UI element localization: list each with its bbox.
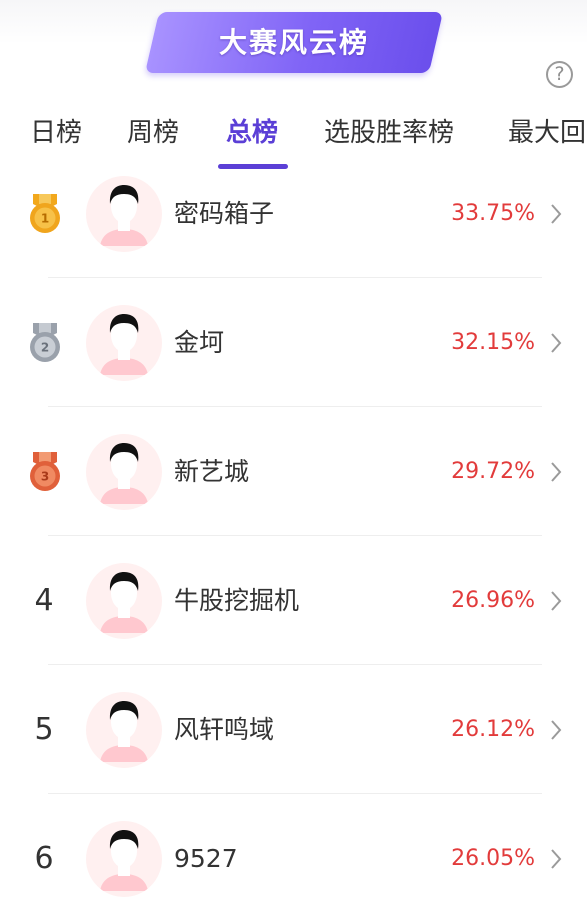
chevron-right-icon[interactable] bbox=[549, 460, 563, 484]
row-divider bbox=[48, 793, 542, 794]
ranking-row[interactable]: 3 新艺城 29.72% bbox=[0, 434, 587, 563]
active-tab-indicator bbox=[218, 164, 288, 169]
win-rate-value: 26.12% bbox=[451, 717, 535, 742]
leaderboard-page: 大赛风云榜 ? 日榜 周榜 总榜 选股胜率榜 最大回 1 密码箱子 33.75% bbox=[0, 0, 587, 915]
user-name: 牛股挖掘机 bbox=[174, 586, 300, 615]
avatar[interactable] bbox=[86, 821, 162, 897]
avatar[interactable] bbox=[86, 176, 162, 252]
ranking-row[interactable]: 6 9527 26.05% bbox=[0, 821, 587, 915]
tab-weekly[interactable]: 周榜 bbox=[127, 108, 179, 158]
row-divider bbox=[48, 664, 542, 665]
help-icon[interactable]: ? bbox=[546, 61, 573, 88]
ranking-row[interactable]: 5 风轩鸣域 26.12% bbox=[0, 692, 587, 821]
tab-overall[interactable]: 总榜 bbox=[226, 108, 278, 158]
rank-number: 5 bbox=[34, 712, 54, 747]
tab-win-rate[interactable]: 选股胜率榜 bbox=[324, 108, 454, 158]
svg-text:3: 3 bbox=[41, 470, 49, 484]
avatar[interactable] bbox=[86, 434, 162, 510]
chevron-right-icon[interactable] bbox=[549, 847, 563, 871]
ranking-row[interactable]: 4 牛股挖掘机 26.96% bbox=[0, 563, 587, 692]
win-rate-value: 26.96% bbox=[451, 588, 535, 613]
user-name: 新艺城 bbox=[174, 457, 250, 486]
row-divider bbox=[48, 277, 542, 278]
rank-number: 6 bbox=[34, 841, 54, 876]
user-name: 9527 bbox=[174, 844, 238, 873]
svg-text:1: 1 bbox=[41, 212, 49, 226]
avatar[interactable] bbox=[86, 305, 162, 381]
chevron-right-icon[interactable] bbox=[549, 718, 563, 742]
win-rate-value: 32.15% bbox=[451, 330, 535, 355]
user-name: 金坷 bbox=[174, 328, 225, 357]
row-divider bbox=[48, 535, 542, 536]
win-rate-value: 29.72% bbox=[451, 459, 535, 484]
silver-medal-icon: 2 bbox=[30, 323, 60, 362]
tab-max-drawdown[interactable]: 最大回 bbox=[508, 108, 586, 158]
avatar[interactable] bbox=[86, 563, 162, 639]
bronze-medal-icon: 3 bbox=[30, 452, 60, 491]
avatar[interactable] bbox=[86, 692, 162, 768]
rank-number: 4 bbox=[34, 583, 54, 618]
user-name: 密码箱子 bbox=[174, 199, 275, 228]
page-title: 大赛风云榜 bbox=[218, 26, 369, 59]
tab-daily[interactable]: 日榜 bbox=[30, 108, 82, 158]
ranking-row[interactable]: 1 密码箱子 33.75% bbox=[0, 176, 587, 305]
chevron-right-icon[interactable] bbox=[549, 589, 563, 613]
user-name: 风轩鸣域 bbox=[174, 715, 275, 744]
chevron-right-icon[interactable] bbox=[549, 331, 563, 355]
gold-medal-icon: 1 bbox=[30, 194, 60, 233]
svg-text:2: 2 bbox=[41, 341, 49, 355]
row-divider bbox=[48, 406, 542, 407]
win-rate-value: 33.75% bbox=[451, 201, 535, 226]
chevron-right-icon[interactable] bbox=[549, 202, 563, 226]
ranking-row[interactable]: 2 金坷 32.15% bbox=[0, 305, 587, 434]
win-rate-value: 26.05% bbox=[451, 846, 535, 871]
